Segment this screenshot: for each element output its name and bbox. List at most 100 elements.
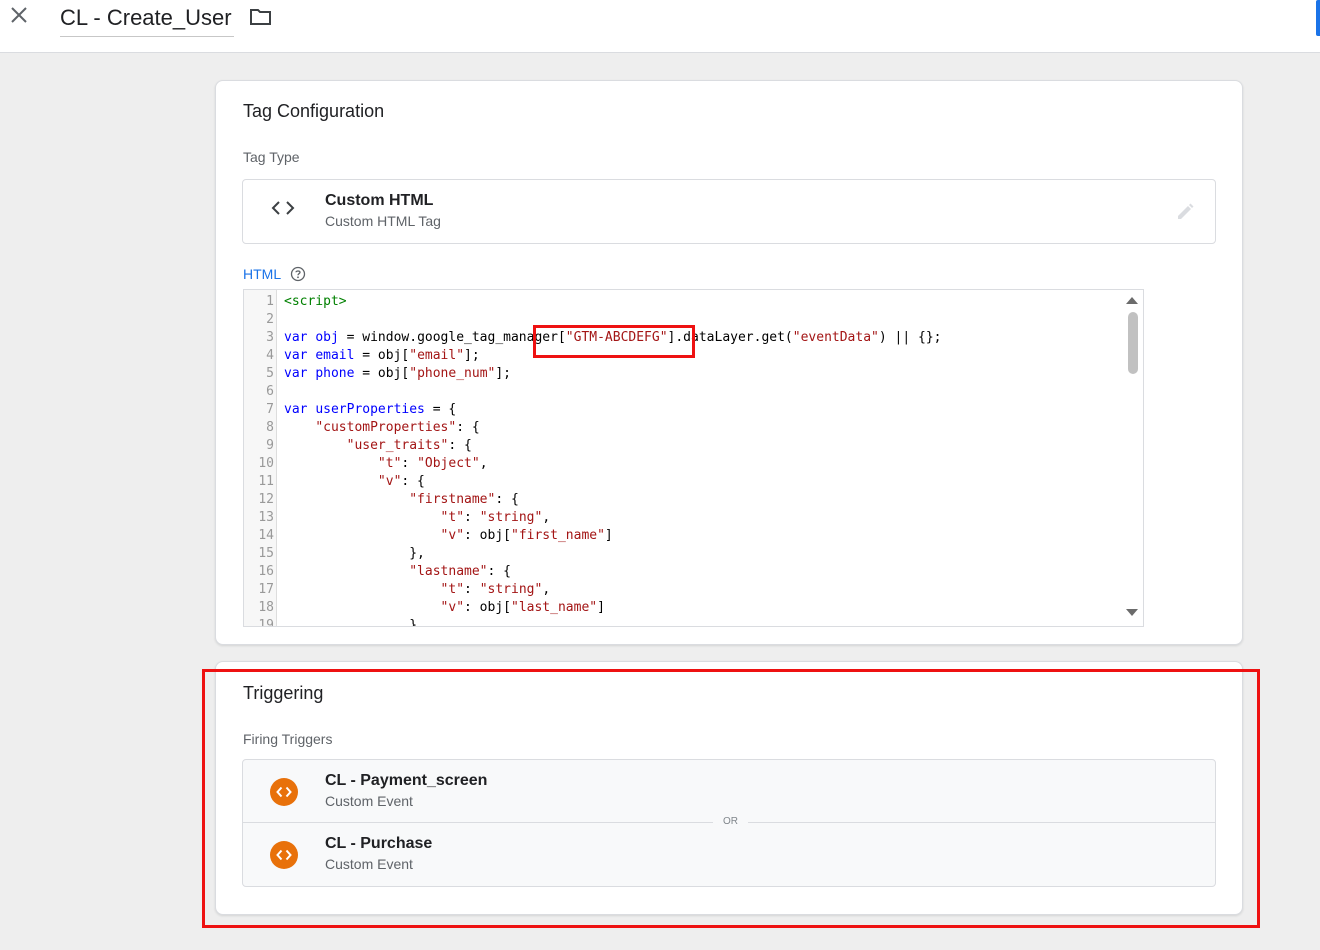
line-number: 7 bbox=[266, 402, 274, 417]
code-token: "t" bbox=[440, 582, 465, 597]
code-token: ] bbox=[597, 600, 605, 615]
code-line: 7 var userProperties = { bbox=[244, 401, 1124, 419]
code-text: "v": obj["first_name"] bbox=[284, 527, 613, 545]
tag-configuration-title: Tag Configuration bbox=[243, 101, 385, 121]
code-token: "t" bbox=[440, 510, 465, 525]
code-text: "v": { bbox=[284, 473, 425, 491]
code-line: 6 bbox=[244, 383, 1124, 401]
code-token: userProperties bbox=[315, 402, 425, 417]
code-line: 17 "t": "string", bbox=[244, 581, 1124, 599]
line-number: 14 bbox=[258, 528, 274, 543]
line-number: 5 bbox=[266, 366, 274, 381]
code-brackets-icon bbox=[271, 200, 295, 221]
code-text: "t": "Object", bbox=[284, 455, 488, 473]
tag-type-selector[interactable]: Custom HTML Custom HTML Tag bbox=[242, 179, 1216, 244]
line-number: 3 bbox=[266, 330, 274, 345]
code-line: 5 var phone = obj["phone_num"]; bbox=[244, 365, 1124, 383]
code-token: var bbox=[284, 348, 308, 363]
code-token: = { bbox=[424, 402, 457, 417]
code-token: var bbox=[284, 366, 308, 381]
code-token: ]; bbox=[495, 366, 511, 381]
code-token: "v" bbox=[440, 528, 465, 543]
line-number: 8 bbox=[266, 420, 274, 435]
code-token: ) || {}; bbox=[878, 330, 942, 345]
code-token: : bbox=[464, 582, 480, 597]
code-line: 15 }, bbox=[244, 545, 1124, 563]
code-line: 18 "v": obj["last_name"] bbox=[244, 599, 1124, 617]
scrollbar-thumb[interactable] bbox=[1128, 312, 1138, 374]
code-token: = obj[ bbox=[354, 366, 410, 381]
code-text: }, bbox=[284, 545, 425, 563]
line-number: 10 bbox=[258, 456, 274, 471]
code-token: : obj[ bbox=[464, 600, 511, 615]
code-line: 10 "t": "Object", bbox=[244, 455, 1124, 473]
tag-configuration-card: Tag Configuration Tag Type Custom HTML C… bbox=[215, 80, 1243, 645]
code-token: obj bbox=[315, 330, 339, 345]
code-line: 11 "v": { bbox=[244, 473, 1124, 491]
code-token: : { bbox=[456, 420, 480, 435]
code-token: ] bbox=[604, 528, 613, 543]
code-token: phone bbox=[315, 366, 355, 381]
code-token: <script> bbox=[284, 294, 347, 309]
code-text: "t": "string", bbox=[284, 509, 551, 527]
code-line: 19 } bbox=[244, 617, 1124, 627]
code-token: , bbox=[542, 582, 551, 597]
close-icon[interactable] bbox=[6, 2, 34, 30]
scroll-down-icon[interactable] bbox=[1125, 607, 1139, 622]
code-token: "last_name" bbox=[511, 600, 598, 615]
code-line: 13 "t": "string", bbox=[244, 509, 1124, 527]
gtm-id-highlight bbox=[533, 325, 695, 358]
code-token: "email" bbox=[409, 348, 465, 363]
code-text: } bbox=[284, 617, 418, 627]
code-token: "string" bbox=[479, 582, 543, 597]
code-token: "t" bbox=[377, 456, 402, 471]
code-token: : bbox=[464, 510, 480, 525]
code-token: email bbox=[315, 348, 355, 363]
code-line: 8 "customProperties": { bbox=[244, 419, 1124, 437]
code-token: "string" bbox=[479, 510, 543, 525]
code-token: : obj[ bbox=[464, 528, 511, 543]
help-circle-icon[interactable] bbox=[290, 266, 306, 287]
code-token: } bbox=[284, 618, 418, 627]
code-text: "t": "string", bbox=[284, 581, 551, 599]
line-number: 12 bbox=[258, 492, 274, 507]
line-number: 9 bbox=[266, 438, 274, 453]
code-token: , bbox=[542, 510, 551, 525]
code-text: "lastname": { bbox=[284, 563, 511, 581]
triggering-highlight bbox=[202, 669, 1260, 928]
line-number: 18 bbox=[258, 600, 274, 615]
code-line: 1 <script> bbox=[244, 293, 1124, 311]
tag-name-field[interactable]: CL - Create_User bbox=[60, 4, 234, 37]
code-line: 12 "firstname": { bbox=[244, 491, 1124, 509]
line-number: 17 bbox=[258, 582, 274, 597]
line-number: 2 bbox=[266, 312, 274, 327]
line-number: 4 bbox=[266, 348, 274, 363]
code-token: "customProperties" bbox=[315, 420, 457, 435]
scroll-up-icon[interactable] bbox=[1125, 294, 1139, 309]
folder-icon[interactable] bbox=[249, 7, 273, 32]
code-text: "customProperties": { bbox=[284, 419, 480, 437]
pencil-icon[interactable] bbox=[1175, 202, 1195, 227]
code-token: "eventData" bbox=[792, 330, 879, 345]
line-number: 15 bbox=[258, 546, 274, 561]
code-token: = obj[ bbox=[354, 348, 410, 363]
code-token: = window.google_tag_manager[ bbox=[338, 330, 566, 345]
code-text: "firstname": { bbox=[284, 491, 519, 509]
line-number: 11 bbox=[258, 474, 274, 489]
line-number: 13 bbox=[258, 510, 274, 525]
code-token: "firstname" bbox=[409, 492, 496, 507]
code-token: : bbox=[401, 456, 418, 471]
code-text: var userProperties = { bbox=[284, 401, 456, 419]
code-line: 16 "lastname": { bbox=[244, 563, 1124, 581]
line-number: 6 bbox=[266, 384, 274, 399]
code-token: : { bbox=[487, 564, 511, 579]
header-bar: CL - Create_User bbox=[0, 0, 1320, 53]
tag-type-description: Custom HTML Tag bbox=[325, 213, 441, 229]
code-token: "phone_num" bbox=[409, 366, 496, 381]
